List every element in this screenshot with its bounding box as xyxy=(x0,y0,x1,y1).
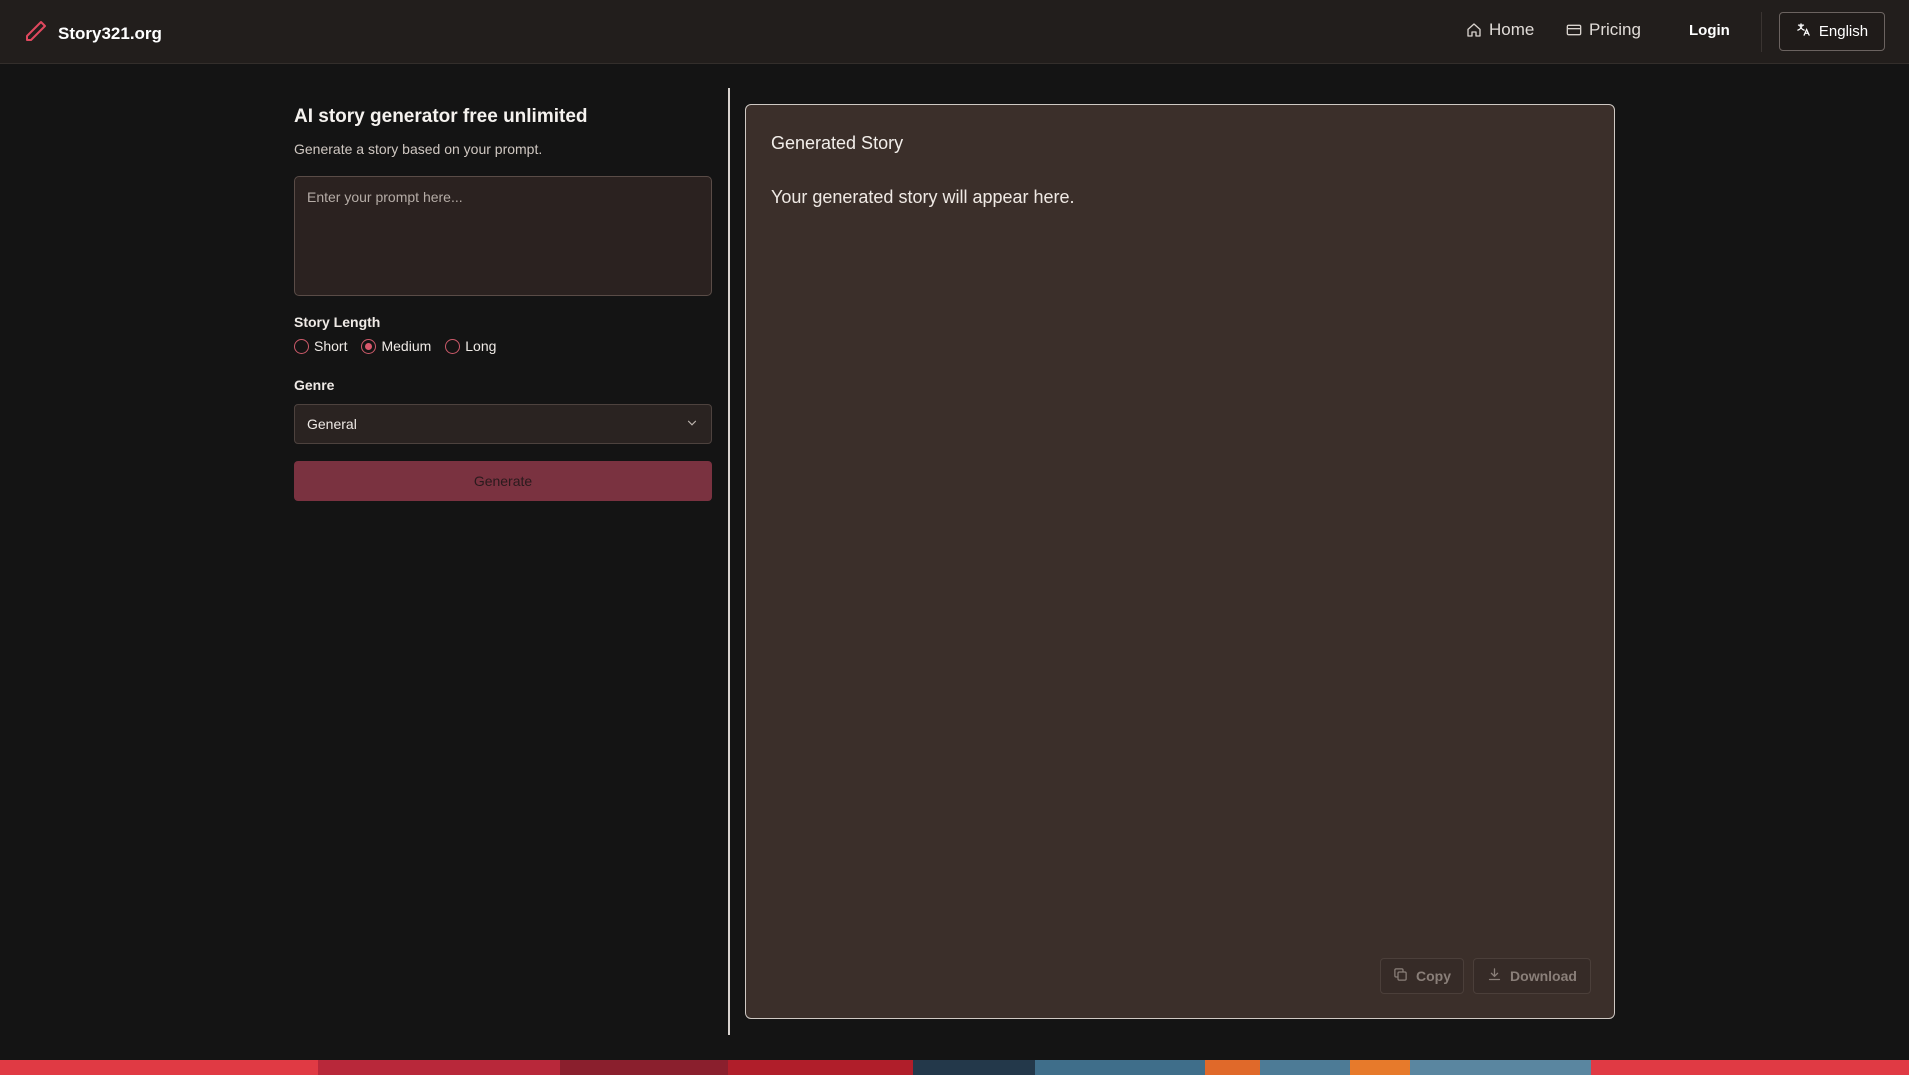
radio-short[interactable] xyxy=(294,338,309,354)
copy-icon xyxy=(1393,967,1408,985)
length-option-long[interactable]: Long xyxy=(445,338,496,354)
login-link[interactable]: Login xyxy=(1689,22,1730,39)
genre-label: Genre xyxy=(294,377,335,393)
pencil-icon xyxy=(24,19,48,48)
nav-pricing-link[interactable]: Pricing xyxy=(1566,20,1641,40)
home-icon xyxy=(1466,22,1482,38)
length-option-label: Long xyxy=(465,338,497,354)
nav-divider xyxy=(1761,12,1762,52)
panel-divider xyxy=(728,88,730,1035)
prompt-input[interactable] xyxy=(294,176,712,296)
language-label: English xyxy=(1818,23,1869,40)
download-icon xyxy=(1487,967,1502,985)
length-option-medium[interactable]: Medium xyxy=(361,338,431,354)
decorative-image-strip xyxy=(0,1060,1909,1075)
length-option-label: Medium xyxy=(381,338,432,354)
chevron-down-icon xyxy=(685,416,699,433)
story-length-label: Story Length xyxy=(294,314,381,330)
output-title: Generated Story xyxy=(771,133,904,153)
genre-selected-value: General xyxy=(307,416,357,432)
download-label: Download xyxy=(1510,968,1577,984)
radio-medium[interactable] xyxy=(361,338,377,354)
brand-link[interactable]: Story321.org xyxy=(24,19,162,48)
length-option-short[interactable]: Short xyxy=(294,338,347,354)
story-generator-form: AI story generator free unlimited Genera… xyxy=(294,106,712,501)
page-title: AI story generator free unlimited xyxy=(294,106,588,127)
nav-home-link[interactable]: Home xyxy=(1466,20,1534,40)
radio-long[interactable] xyxy=(445,338,461,354)
generate-button[interactable]: Generate xyxy=(294,461,712,501)
nav-home-label: Home xyxy=(1489,20,1535,39)
translate-icon xyxy=(1796,22,1811,41)
story-length-radio-group: Short Medium Long xyxy=(294,338,496,354)
page-subtitle: Generate a story based on your prompt. xyxy=(294,141,543,157)
output-placeholder-text: Your generated story will appear here. xyxy=(771,187,1075,207)
copy-button[interactable]: Copy xyxy=(1380,958,1464,994)
length-option-label: Short xyxy=(314,338,348,354)
genre-select[interactable]: General xyxy=(294,404,712,444)
language-selector-button[interactable]: English xyxy=(1779,12,1885,51)
download-button[interactable]: Download xyxy=(1473,958,1591,994)
credit-card-icon xyxy=(1566,22,1582,38)
top-navigation-bar: Story321.org Home Pricing Login English xyxy=(0,0,1909,64)
copy-label: Copy xyxy=(1416,968,1451,984)
brand-name: Story321.org xyxy=(58,23,162,43)
nav-pricing-label: Pricing xyxy=(1589,20,1641,39)
generated-story-panel: Generated Story Your generated story wil… xyxy=(745,104,1615,1019)
